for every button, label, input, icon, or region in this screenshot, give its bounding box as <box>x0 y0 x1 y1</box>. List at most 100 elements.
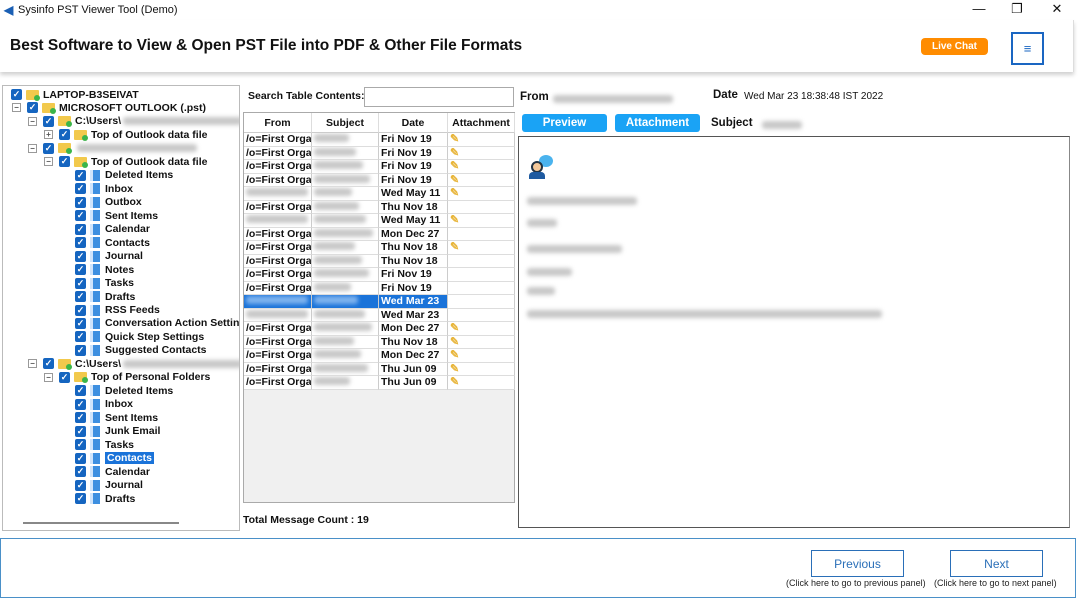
checkbox[interactable]: ✓ <box>75 277 86 289</box>
checkbox[interactable]: ✓ <box>75 304 86 316</box>
expand-icon[interactable]: + <box>44 130 53 140</box>
cell-attachment[interactable]: ✎ <box>448 376 515 390</box>
cell-date[interactable]: Thu Nov 18 <box>379 335 448 349</box>
tree-item[interactable]: ✓ Journal <box>75 250 143 263</box>
tree-item[interactable]: − ✓ MICROSOFT OUTLOOK (.pst) <box>12 101 206 114</box>
cell-from[interactable]: /o=First Orga <box>244 349 312 363</box>
folder-tree[interactable]: ✓ LAPTOP-B3SEIVAT − ✓ MICROSOFT OUTLOOK (.ps… <box>2 85 240 531</box>
cell-date[interactable]: Wed Mar 23 <box>379 295 448 309</box>
cell-subject[interactable] <box>312 295 379 309</box>
checkbox[interactable]: ✓ <box>75 317 86 329</box>
checkbox[interactable]: ✓ <box>75 223 86 235</box>
tree-item[interactable]: ✓ Conversation Action Setting <box>75 317 239 330</box>
cell-from[interactable] <box>244 214 312 228</box>
checkbox[interactable]: ✓ <box>75 452 86 464</box>
cell-date[interactable]: Fri Nov 19 <box>379 173 448 187</box>
cell-subject[interactable] <box>312 322 379 336</box>
cell-date[interactable]: Thu Jun 09 <box>379 376 448 390</box>
checkbox[interactable]: ✓ <box>75 479 86 491</box>
tree-item[interactable]: ✓ Inbox <box>75 398 133 411</box>
tree-item[interactable]: ✓ Calendar <box>75 465 150 478</box>
cell-attachment[interactable]: ✎ <box>448 146 515 160</box>
tree-item[interactable]: ✓ Drafts <box>75 290 135 303</box>
collapse-icon[interactable]: − <box>44 157 53 167</box>
cell-attachment[interactable] <box>448 200 515 214</box>
checkbox[interactable]: ✓ <box>75 493 86 505</box>
checkbox[interactable]: ✓ <box>75 425 86 437</box>
cell-subject[interactable] <box>312 254 379 268</box>
checkbox[interactable]: ✓ <box>75 344 86 356</box>
tree-item[interactable]: ✓ Deleted Items <box>75 384 173 397</box>
collapse-icon[interactable]: − <box>28 116 37 126</box>
cell-date[interactable]: Wed May 11 <box>379 187 448 201</box>
cell-date[interactable]: Thu Nov 18 <box>379 254 448 268</box>
cell-attachment[interactable]: ✎ <box>448 160 515 174</box>
tree-item[interactable]: − ✓ C:\Users\ <box>28 357 239 370</box>
cell-date[interactable]: Mon Dec 27 <box>379 227 448 241</box>
checkbox[interactable]: ✓ <box>43 115 54 127</box>
cell-subject[interactable] <box>312 173 379 187</box>
tree-item[interactable]: ✓ Outbox <box>75 196 142 209</box>
checkbox[interactable]: ✓ <box>43 358 54 370</box>
tree-item[interactable]: ✓ Contacts <box>75 452 154 465</box>
checkbox[interactable]: ✓ <box>75 169 86 181</box>
cell-from[interactable]: /o=First Orga <box>244 160 312 174</box>
tree-item[interactable]: ✓ Sent Items <box>75 209 158 222</box>
cell-date[interactable]: Thu Nov 18 <box>379 200 448 214</box>
checkbox[interactable]: ✓ <box>75 250 86 262</box>
checkbox[interactable]: ✓ <box>75 291 86 303</box>
cell-attachment[interactable]: ✎ <box>448 214 515 228</box>
search-input[interactable] <box>364 87 514 107</box>
checkbox[interactable]: ✓ <box>59 129 70 141</box>
tree-item[interactable]: − ✓ Top of Personal Folders <box>44 371 210 384</box>
tree-item[interactable]: ✓ Junk Email <box>75 425 160 438</box>
cell-attachment[interactable]: ✎ <box>448 349 515 363</box>
cell-subject[interactable] <box>312 349 379 363</box>
cell-subject[interactable] <box>312 187 379 201</box>
checkbox[interactable]: ✓ <box>75 183 86 195</box>
cell-date[interactable]: Wed May 11 <box>379 214 448 228</box>
collapse-icon[interactable]: − <box>28 359 37 369</box>
checkbox[interactable]: ✓ <box>75 412 86 424</box>
cell-from[interactable]: /o=First Orga <box>244 200 312 214</box>
cell-from[interactable]: /o=First Orga <box>244 322 312 336</box>
cell-attachment[interactable]: ✎ <box>448 133 515 147</box>
cell-attachment[interactable]: ✎ <box>448 322 515 336</box>
checkbox[interactable]: ✓ <box>43 142 54 154</box>
collapse-icon[interactable]: − <box>12 103 21 113</box>
tree-item[interactable]: ✓ Tasks <box>75 438 134 451</box>
cell-date[interactable]: Thu Jun 09 <box>379 362 448 376</box>
cell-subject[interactable] <box>312 335 379 349</box>
cell-from[interactable] <box>244 187 312 201</box>
cell-from[interactable]: /o=First Orga <box>244 173 312 187</box>
tree-item[interactable]: − ✓ Top of Outlook data file <box>44 155 207 168</box>
cell-subject[interactable] <box>312 281 379 295</box>
cell-attachment[interactable] <box>448 268 515 282</box>
tree-item[interactable]: ✓ Quick Step Settings <box>75 330 204 343</box>
cell-date[interactable]: Mon Dec 27 <box>379 349 448 363</box>
collapse-icon[interactable]: − <box>28 143 37 153</box>
cell-from[interactable] <box>244 295 312 309</box>
tree-item[interactable]: ✓ Notes <box>75 263 134 276</box>
tree-item[interactable]: ✓ Contacts <box>75 236 150 249</box>
cell-from[interactable]: /o=First Orga <box>244 281 312 295</box>
message-table[interactable]: From Subject Date Attachment/o=First Orga Fr… <box>243 112 515 503</box>
cell-subject[interactable] <box>312 308 379 322</box>
cell-attachment[interactable]: ✎ <box>448 362 515 376</box>
cell-attachment[interactable] <box>448 308 515 322</box>
checkbox[interactable]: ✓ <box>75 439 86 451</box>
cell-subject[interactable] <box>312 227 379 241</box>
preview-button[interactable]: Preview <box>522 114 607 132</box>
cell-subject[interactable] <box>312 146 379 160</box>
tree-item[interactable]: ✓ Inbox <box>75 182 133 195</box>
close-button[interactable]: ✕ <box>1042 1 1072 19</box>
tree-item[interactable]: ✓ Deleted Items <box>75 169 173 182</box>
checkbox[interactable]: ✓ <box>75 196 86 208</box>
previous-button[interactable]: Previous <box>811 550 904 577</box>
cell-subject[interactable] <box>312 268 379 282</box>
cell-attachment[interactable]: ✎ <box>448 241 515 255</box>
cell-date[interactable]: Fri Nov 19 <box>379 146 448 160</box>
tree-horizontal-scrollbar[interactable] <box>23 522 179 524</box>
checkbox[interactable]: ✓ <box>75 385 86 397</box>
cell-attachment[interactable]: ✎ <box>448 335 515 349</box>
